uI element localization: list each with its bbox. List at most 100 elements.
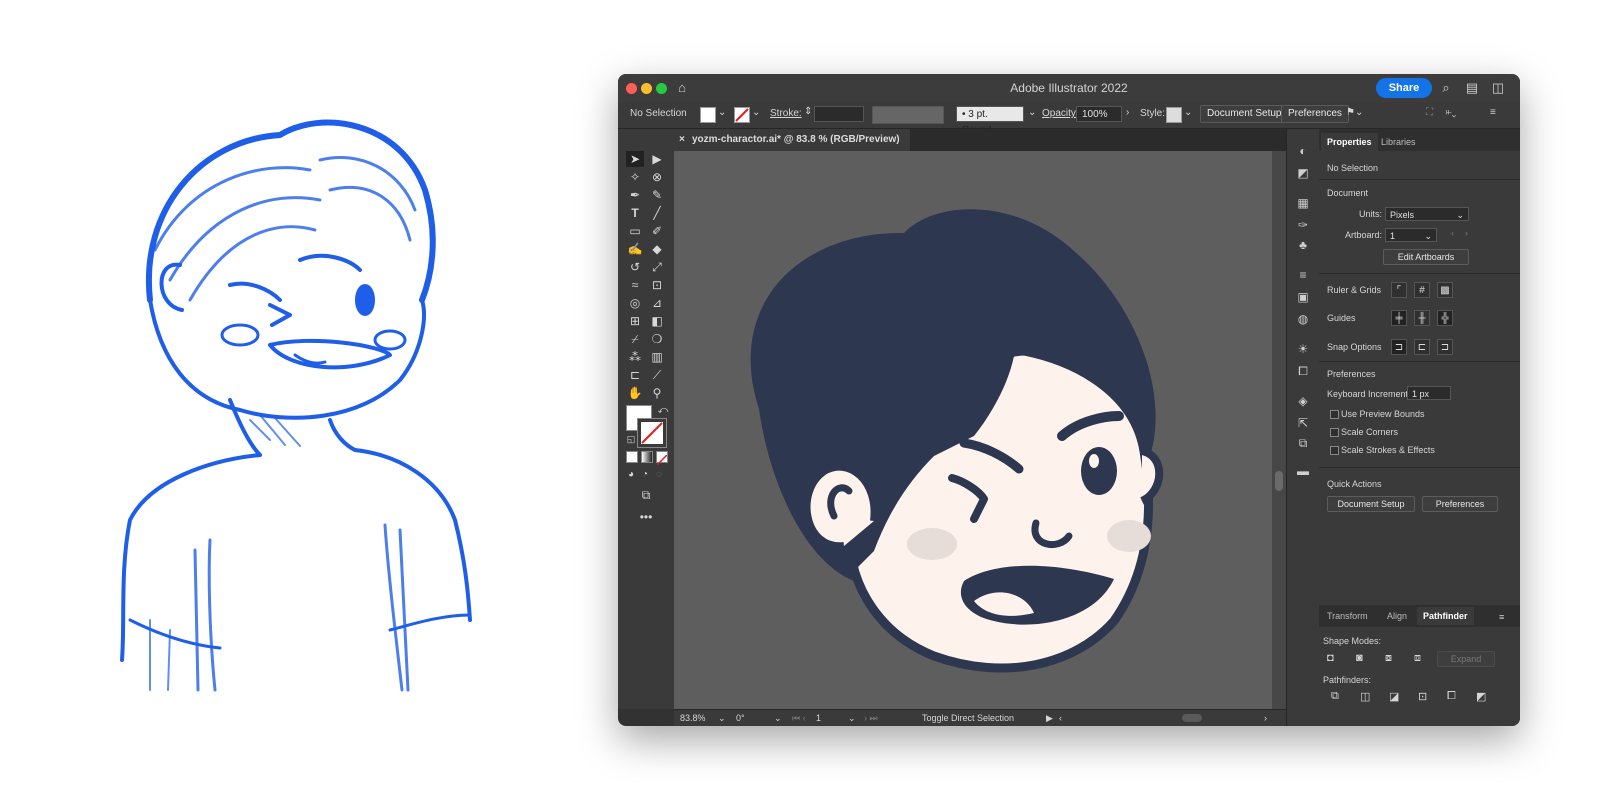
- artboards-panel-icon[interactable]: ⧉: [1295, 435, 1311, 451]
- transparency-grid-icon[interactable]: ▩: [1437, 282, 1453, 298]
- opacity-input[interactable]: 100%: [1076, 106, 1122, 122]
- zoom-dropdown-icon[interactable]: ⌄: [718, 713, 726, 724]
- tab-properties[interactable]: Properties: [1321, 133, 1378, 151]
- qa-document-setup-button[interactable]: Document Setup: [1327, 496, 1415, 512]
- lock-guides-icon[interactable]: ╫: [1414, 310, 1430, 326]
- fill-swatch[interactable]: [700, 107, 716, 123]
- artboard-tool-icon[interactable]: ⊏: [626, 367, 644, 383]
- horizontal-scroll-thumb[interactable]: [1182, 714, 1202, 722]
- hand-tool-icon[interactable]: ✋: [626, 385, 644, 401]
- stroke-stepper-icon[interactable]: ⇕: [804, 106, 812, 117]
- none-mode-icon[interactable]: [656, 451, 668, 466]
- shaper-tool-icon[interactable]: ✍: [626, 241, 644, 257]
- direct-selection-tool-icon[interactable]: ▶: [648, 151, 666, 167]
- transparency-panel-icon[interactable]: ◍: [1295, 311, 1311, 327]
- layers-panel-icon[interactable]: ◈: [1295, 393, 1311, 409]
- units-select[interactable]: Pixels ⌄: [1385, 207, 1469, 221]
- stroke-swatch[interactable]: [734, 107, 750, 123]
- rotate-tool-icon[interactable]: ↺: [626, 259, 644, 275]
- blend-tool-icon[interactable]: ❍: [648, 331, 666, 347]
- snap-to-pixel-icon[interactable]: ⊏: [1414, 339, 1430, 355]
- scale-tool-icon[interactable]: ⤢: [648, 259, 666, 275]
- opacity-arrow-icon[interactable]: ›: [1126, 107, 1129, 118]
- divide-icon[interactable]: ⧉: [1331, 690, 1339, 703]
- rotation-value[interactable]: 0°: [736, 713, 745, 723]
- slice-tool-icon[interactable]: ⟋: [648, 367, 666, 383]
- next-artboard-icon[interactable]: ›: [1465, 228, 1468, 238]
- gradient-mode-icon[interactable]: [641, 451, 653, 463]
- merge-icon[interactable]: ◪: [1389, 690, 1399, 703]
- stroke-label[interactable]: Stroke:: [770, 108, 802, 119]
- trim-icon[interactable]: ◫: [1360, 690, 1370, 703]
- zoom-tool-icon[interactable]: ⚲: [648, 385, 666, 401]
- rectangle-tool-icon[interactable]: ▭: [626, 223, 644, 239]
- artboard-canvas[interactable]: [674, 151, 1286, 709]
- arrange-documents-icon[interactable]: ▤: [1464, 80, 1480, 96]
- edit-toolbar-icon[interactable]: •••: [637, 509, 655, 525]
- draw-inside-icon[interactable]: ◌: [650, 467, 668, 483]
- align-icon[interactable]: ⫦⌄: [1446, 107, 1456, 118]
- prev-artboard-icon[interactable]: ‹: [1451, 228, 1454, 238]
- first-artboard-icon[interactable]: ⏮ ‹: [792, 713, 806, 724]
- gradient-tool-icon[interactable]: ◧: [648, 313, 666, 329]
- symbol-sprayer-tool-icon[interactable]: ⁂: [626, 349, 644, 365]
- fill-dropdown-icon[interactable]: ⌄: [718, 107, 726, 118]
- color-mode-icon[interactable]: [626, 451, 638, 463]
- selection-tool-icon[interactable]: ➤: [626, 151, 644, 167]
- qa-preferences-button[interactable]: Preferences: [1422, 496, 1498, 512]
- column-graph-tool-icon[interactable]: ▥: [648, 349, 666, 365]
- style-dropdown-icon[interactable]: ⌄: [1184, 107, 1192, 118]
- scale-corners-checkbox[interactable]: [1330, 428, 1339, 437]
- magic-wand-tool-icon[interactable]: ✧: [626, 169, 644, 185]
- tab-align[interactable]: Align: [1381, 607, 1413, 625]
- snap-to-point-icon[interactable]: ⊐: [1391, 339, 1407, 355]
- stroke-dropdown-icon[interactable]: ⌄: [752, 107, 760, 118]
- arrange-icon[interactable]: ⚑⌄: [1346, 107, 1363, 118]
- eraser-tool-icon[interactable]: ◆: [648, 241, 666, 257]
- share-button[interactable]: Share: [1376, 78, 1432, 98]
- show-guides-icon[interactable]: ╪: [1391, 310, 1407, 326]
- status-menu-icon[interactable]: ▶: [1046, 713, 1053, 724]
- color-panel-icon[interactable]: ◐: [1295, 143, 1311, 159]
- line-tool-icon[interactable]: ╱: [648, 205, 666, 221]
- stroke-panel-icon[interactable]: ≡: [1295, 267, 1311, 283]
- search-icon[interactable]: ⌕: [1438, 80, 1454, 96]
- free-transform-tool-icon[interactable]: ⊡: [648, 277, 666, 293]
- crop-icon[interactable]: ⊡: [1418, 690, 1427, 703]
- screen-mode-icon[interactable]: ⧉: [637, 487, 655, 503]
- pen-tool-icon[interactable]: ✒: [626, 187, 644, 203]
- graphic-styles-icon[interactable]: ⧠: [1295, 363, 1311, 379]
- eyedropper-tool-icon[interactable]: ⌿: [626, 331, 644, 347]
- preferences-button[interactable]: Preferences: [1281, 105, 1349, 123]
- use-preview-bounds-checkbox[interactable]: [1330, 410, 1339, 419]
- paintbrush-tool-icon[interactable]: ✐: [648, 223, 666, 239]
- unite-icon[interactable]: ◘: [1327, 652, 1334, 664]
- workspace-switcher-icon[interactable]: ◫: [1490, 80, 1506, 96]
- brush-definition[interactable]: • 3 pt. Round: [956, 106, 1024, 136]
- rotation-dropdown-icon[interactable]: ⌄: [774, 713, 782, 724]
- keyboard-increment-input[interactable]: 1 px: [1407, 386, 1451, 400]
- edit-artboards-button[interactable]: Edit Artboards: [1383, 249, 1469, 265]
- symbols-panel-icon[interactable]: ♣: [1295, 237, 1311, 253]
- scale-strokes-checkbox[interactable]: [1330, 446, 1339, 455]
- zoom-level[interactable]: 83.8%: [680, 713, 706, 723]
- close-tab-icon[interactable]: ×: [679, 129, 685, 151]
- tab-transform[interactable]: Transform: [1321, 607, 1374, 625]
- stroke-weight-input[interactable]: [814, 106, 864, 122]
- brushes-panel-icon[interactable]: ✑: [1295, 217, 1311, 233]
- minus-back-icon[interactable]: ◩: [1476, 690, 1486, 703]
- swap-fill-stroke-icon[interactable]: ⤺: [654, 403, 672, 419]
- brush-dropdown-icon[interactable]: ⌄: [1028, 107, 1036, 118]
- smart-guides-icon[interactable]: ╬: [1437, 310, 1453, 326]
- grid-icon[interactable]: #: [1414, 282, 1430, 298]
- gradient-panel-icon[interactable]: ▣: [1295, 289, 1311, 305]
- document-setup-button[interactable]: Document Setup: [1200, 105, 1289, 123]
- shape-builder-tool-icon[interactable]: ◎: [626, 295, 644, 311]
- pathfinder-menu-icon[interactable]: ≡: [1499, 612, 1504, 622]
- tab-pathfinder[interactable]: Pathfinder: [1417, 607, 1474, 625]
- document-tab[interactable]: × yozm-charactor.ai* @ 83.8 % (RGB/Previ…: [674, 129, 910, 151]
- variable-width-profile[interactable]: [872, 106, 944, 124]
- control-bar-menu-icon[interactable]: ≡: [1490, 107, 1496, 118]
- type-tool-icon[interactable]: T: [626, 205, 644, 221]
- scroll-left-icon[interactable]: ‹: [1059, 713, 1062, 723]
